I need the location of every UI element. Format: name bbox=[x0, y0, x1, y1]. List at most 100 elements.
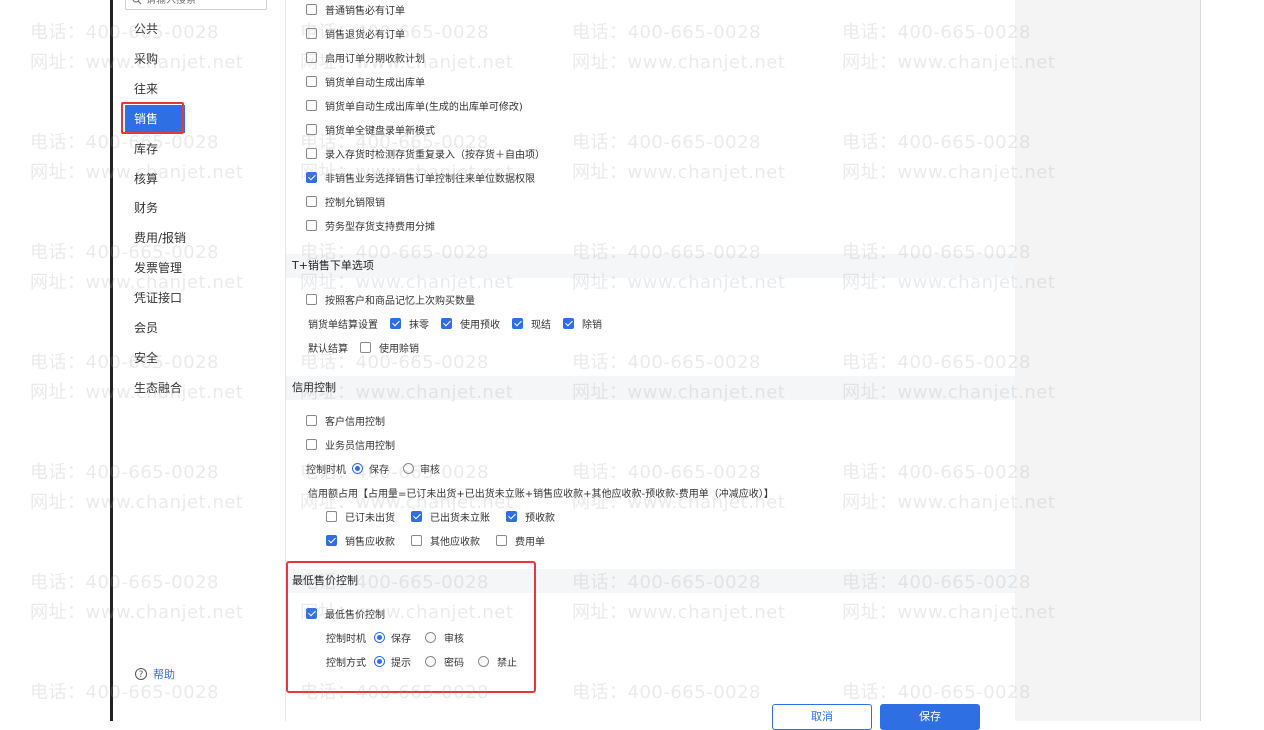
credit-timing-row: 控制时机 保存 审核 bbox=[306, 461, 440, 476]
credit-timing-save-radio[interactable] bbox=[352, 463, 363, 474]
option-row: 销货单自动生成出库单 bbox=[306, 74, 425, 89]
component-unshipped-label: 已订未出货 bbox=[345, 513, 395, 524]
section-title-tplus: T+销售下单选项 bbox=[286, 254, 1015, 278]
settle-credit-checkbox[interactable] bbox=[563, 318, 574, 329]
component-sales-receivable-label: 销售应收款 bbox=[345, 537, 395, 548]
option-row: 销售退货必有订单 bbox=[306, 26, 405, 41]
option-label: 录入存货时检测存货重复录入（按存货＋自由项） bbox=[325, 150, 545, 161]
settle-credit-label: 除销 bbox=[582, 320, 602, 331]
option-label: 控制允销限销 bbox=[325, 198, 385, 209]
sidebar-item-inventory[interactable]: 库存 bbox=[125, 135, 185, 163]
component-prepayment-checkbox[interactable] bbox=[506, 511, 517, 522]
default-settle-row: 默认结算 使用赊销 bbox=[308, 340, 419, 355]
salesman-credit-label: 业务员信用控制 bbox=[325, 441, 395, 452]
option-row: 非销售业务选择销售订单控制往来单位数据权限 bbox=[306, 170, 535, 185]
option-checkbox[interactable] bbox=[306, 4, 317, 15]
option-label: 销货单自动生成出库单(生成的出库单可修改) bbox=[325, 102, 523, 113]
option-checkbox[interactable] bbox=[306, 52, 317, 63]
credit-formula: 信用额占用【占用量=已订未出货+已出货未立账+销售应收款+其他应收款-预收款-费… bbox=[308, 489, 774, 500]
sidebar-item-costing[interactable]: 核算 bbox=[125, 165, 185, 193]
option-row: 普通销售必有订单 bbox=[306, 2, 405, 17]
option-row: 劳务型存货支持费用分摊 bbox=[306, 218, 435, 233]
salesman-credit-row: 业务员信用控制 bbox=[306, 437, 395, 452]
customer-credit-label: 客户信用控制 bbox=[325, 417, 385, 428]
sales-highlight-box bbox=[121, 102, 184, 134]
search-icon bbox=[132, 0, 142, 5]
sidebar-item-finance[interactable]: 财务 bbox=[125, 194, 185, 222]
save-button[interactable]: 保存 bbox=[880, 704, 980, 730]
right-backdrop bbox=[1015, 0, 1201, 721]
option-label: 劳务型存货支持费用分摊 bbox=[325, 222, 435, 233]
settle-round-label: 抹零 bbox=[409, 320, 429, 331]
sidebar-item-expense[interactable]: 费用/报销 bbox=[125, 224, 225, 252]
option-row: 销货单自动生成出库单(生成的出库单可修改) bbox=[306, 98, 523, 113]
settle-cash-checkbox[interactable] bbox=[512, 318, 523, 329]
remember-qty-label: 按照客户和商品记忆上次购买数量 bbox=[325, 296, 475, 307]
sidebar-search[interactable] bbox=[125, 0, 267, 10]
salesman-credit-checkbox[interactable] bbox=[306, 439, 317, 450]
sidebar-item-member[interactable]: 会员 bbox=[125, 314, 185, 342]
option-checkbox[interactable] bbox=[306, 28, 317, 39]
credit-components-row-2: 销售应收款 其他应收款 费用单 bbox=[326, 533, 545, 548]
default-settle-option-label: 使用赊销 bbox=[379, 344, 419, 355]
credit-timing-label: 控制时机 bbox=[306, 465, 346, 476]
sidebar-item-ecosystem[interactable]: 生态融合 bbox=[125, 374, 225, 402]
sidebar-item-purchase[interactable]: 采购 bbox=[125, 45, 185, 73]
component-sales-receivable-checkbox[interactable] bbox=[326, 535, 337, 546]
option-checkbox[interactable] bbox=[306, 124, 317, 135]
settle-settings-row: 销货单结算设置 抹零 使用预收 现结 除销 bbox=[308, 316, 602, 331]
default-settle-checkbox[interactable] bbox=[360, 342, 371, 353]
option-checkbox[interactable] bbox=[306, 76, 317, 87]
remember-qty-row: 按照客户和商品记忆上次购买数量 bbox=[306, 292, 475, 307]
component-shipped-unbilled-label: 已出货未立账 bbox=[430, 513, 490, 524]
option-checkbox[interactable] bbox=[306, 220, 317, 231]
component-other-receivable-checkbox[interactable] bbox=[411, 535, 422, 546]
customer-credit-checkbox[interactable] bbox=[306, 415, 317, 426]
option-label: 销售退货必有订单 bbox=[325, 30, 405, 41]
component-prepayment-label: 预收款 bbox=[525, 513, 555, 524]
remember-qty-checkbox[interactable] bbox=[306, 294, 317, 305]
option-checkbox[interactable] bbox=[306, 148, 317, 159]
settle-settings-label: 销货单结算设置 bbox=[308, 320, 378, 331]
question-icon: ? bbox=[135, 668, 147, 680]
option-checkbox[interactable] bbox=[306, 196, 317, 207]
component-unshipped-checkbox[interactable] bbox=[326, 511, 337, 522]
settle-round-checkbox[interactable] bbox=[390, 318, 401, 329]
component-expense-checkbox[interactable] bbox=[496, 535, 507, 546]
credit-components-row-1: 已订未出货 已出货未立账 预收款 bbox=[326, 509, 555, 524]
search-input[interactable] bbox=[146, 0, 261, 7]
sidebar-item-security[interactable]: 安全 bbox=[125, 344, 185, 372]
option-label: 销货单自动生成出库单 bbox=[325, 78, 425, 89]
option-row: 销货单全键盘录单新模式 bbox=[306, 122, 435, 137]
credit-timing-save-label: 保存 bbox=[369, 465, 389, 476]
sidebar-item-accounts[interactable]: 往来 bbox=[125, 75, 185, 103]
customer-credit-row: 客户信用控制 bbox=[306, 413, 385, 428]
credit-timing-audit-radio[interactable] bbox=[403, 463, 414, 474]
component-other-receivable-label: 其他应收款 bbox=[430, 537, 480, 548]
right-divider bbox=[1200, 0, 1201, 721]
settle-prepay-label: 使用预收 bbox=[460, 320, 500, 331]
help-link[interactable]: ? 帮助 bbox=[135, 666, 175, 682]
default-settle-label: 默认结算 bbox=[308, 344, 348, 355]
option-checkbox[interactable] bbox=[306, 100, 317, 111]
option-label: 非销售业务选择销售订单控制往来单位数据权限 bbox=[325, 174, 535, 185]
option-row: 控制允销限销 bbox=[306, 194, 385, 209]
settle-cash-label: 现结 bbox=[531, 320, 551, 331]
option-label: 销货单全键盘录单新模式 bbox=[325, 126, 435, 137]
component-expense-label: 费用单 bbox=[515, 537, 545, 548]
option-row: 启用订单分期收款计划 bbox=[306, 50, 425, 65]
option-label: 启用订单分期收款计划 bbox=[325, 54, 425, 65]
settle-prepay-checkbox[interactable] bbox=[441, 318, 452, 329]
component-shipped-unbilled-checkbox[interactable] bbox=[411, 511, 422, 522]
sidebar-item-voucher[interactable]: 凭证接口 bbox=[125, 284, 225, 312]
option-row: 录入存货时检测存货重复录入（按存货＋自由项） bbox=[306, 146, 545, 161]
help-label: 帮助 bbox=[153, 668, 175, 681]
option-label: 普通销售必有订单 bbox=[325, 6, 405, 17]
option-checkbox-checked[interactable] bbox=[306, 172, 317, 183]
sidebar-item-invoice[interactable]: 发票管理 bbox=[125, 254, 225, 282]
credit-timing-audit-label: 审核 bbox=[420, 465, 440, 476]
cancel-button[interactable]: 取消 bbox=[772, 704, 872, 730]
min-price-highlight-box bbox=[286, 561, 536, 693]
sidebar-item-public[interactable]: 公共 bbox=[125, 15, 185, 43]
section-title-credit: 信用控制 bbox=[286, 376, 1015, 400]
